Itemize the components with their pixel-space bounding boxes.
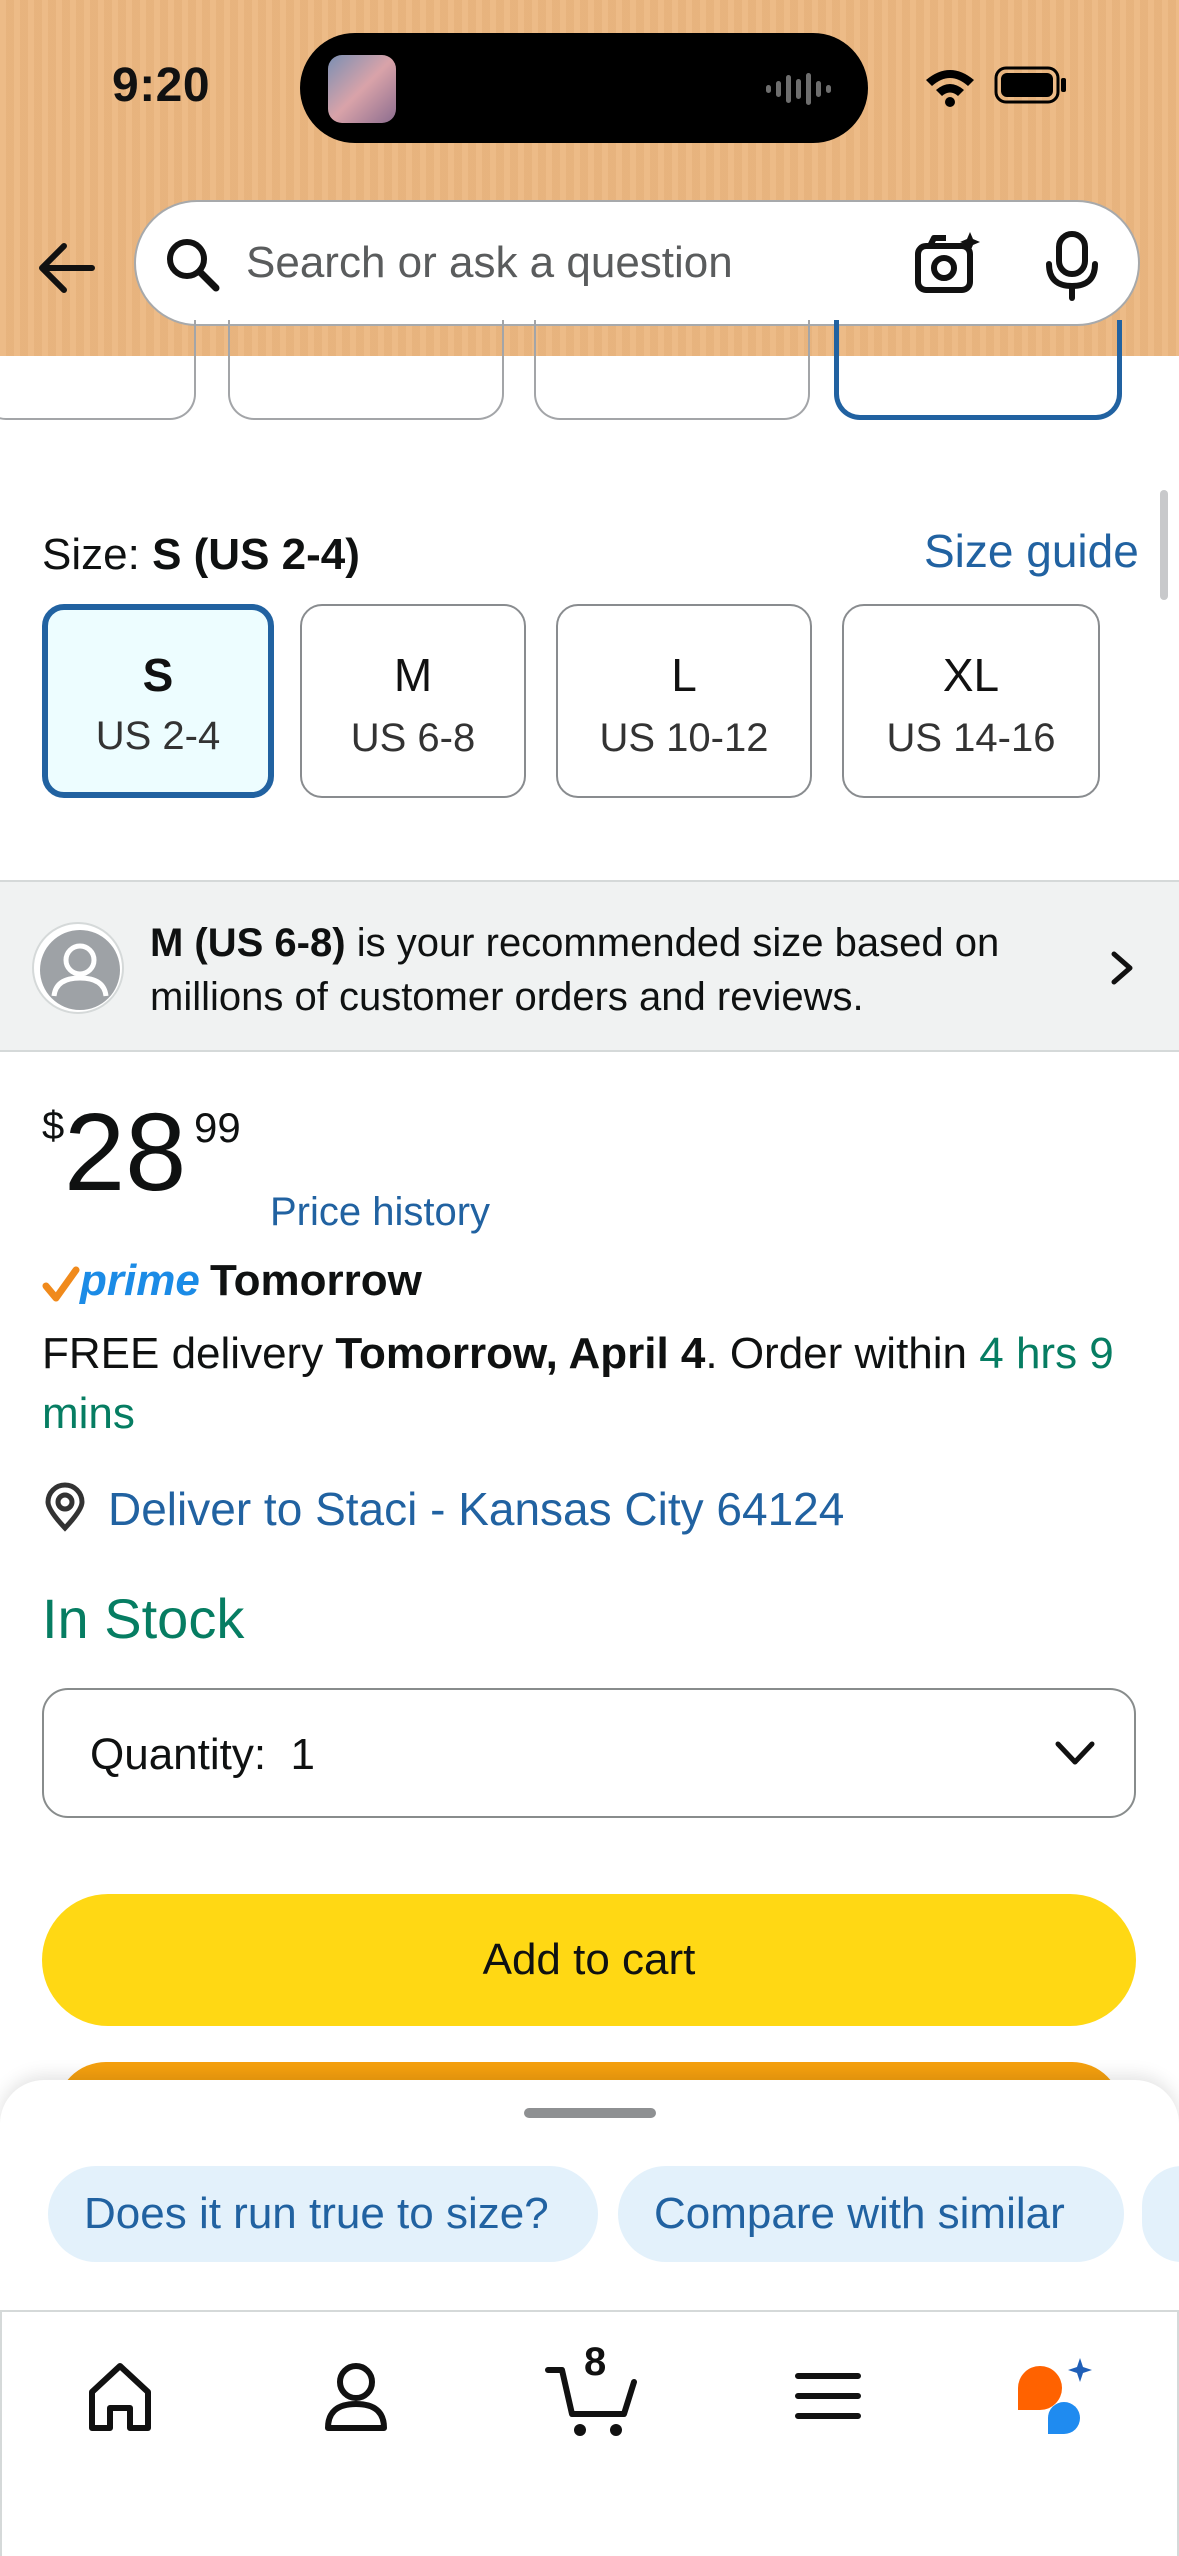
size-guide-link[interactable]: Size guide [924,524,1139,578]
price-currency: $ [42,1104,65,1148]
wifi-battery-icon [926,66,1066,107]
delivery-message: FREE delivery Tomorrow, April 4. Order w… [42,1324,1142,1444]
size-recommendation-banner[interactable]: M (US 6-8) is your recommended size base… [0,880,1179,1052]
quantity-value: 1 [290,1730,316,1779]
size-us: US 2-4 [95,714,221,758]
quantity-dropdown[interactable]: Quantity: 1 [42,1688,1136,1818]
dynamic-island [300,33,868,143]
cart-button[interactable]: 8 [544,2340,654,2444]
prime-check-icon [42,1266,80,1302]
prime-delivery-speed: Tomorrow [210,1256,422,1305]
status-time: 9:20 [112,59,211,112]
size-code: S [142,649,174,701]
sheet-drag-handle[interactable] [524,2108,656,2118]
prime-logo-text: prime [80,1256,200,1305]
size-label: Size: S (US 2-4) [42,530,360,580]
size-us: US 10-12 [599,716,769,760]
chevron-down-icon [1055,1741,1095,1765]
menu-icon[interactable] [780,2348,876,2444]
recommended-size: M (US 6-8) [150,921,346,965]
delivery-middle: . Order within [705,1329,980,1378]
quantity-label-text: Quantity: [90,1730,267,1779]
color-swatch[interactable] [228,320,504,420]
back-arrow-icon[interactable] [34,236,98,300]
size-option-xl[interactable]: XL US 14-16 [842,604,1100,798]
stock-status: In Stock [42,1587,245,1650]
add-to-cart-button[interactable]: Add to cart [42,1894,1136,2026]
home-icon[interactable] [72,2348,168,2444]
search-input[interactable] [246,232,926,294]
account-icon[interactable] [308,2348,404,2444]
status-icons [920,62,1070,117]
bottom-nav: 8 [0,2310,1179,2556]
microphone-icon[interactable] [1042,230,1102,302]
color-swatch[interactable] [0,320,196,420]
deliver-to-link[interactable]: Deliver to Staci - Kansas City 64124 [108,1482,844,1536]
cart-count-badge: 8 [584,2340,607,2384]
quantity-label: Quantity: 1 [90,1730,315,1780]
size-option-s[interactable]: S US 2-4 [42,604,274,798]
suggestion-chip[interactable]: Compare with similar [618,2166,1124,2262]
size-label-prefix: Size: [42,530,140,579]
size-us: US 14-16 [886,716,1056,760]
price-fraction: 99 [194,1104,241,1151]
audio-waveform-icon [766,73,831,105]
chevron-right-icon [1111,951,1133,985]
size-code: XL [942,649,1000,701]
size-code: L [671,649,697,701]
size-us: US 6-8 [350,716,476,760]
location-pin-icon [45,1482,85,1532]
rufus-ai-icon[interactable] [1008,2348,1104,2444]
size-selected-value: S (US 2-4) [152,530,360,579]
color-swatch[interactable] [534,320,810,420]
size-option-m[interactable]: M US 6-8 [300,604,526,798]
header-bar: 9:20 [0,0,1179,356]
suggestion-chip-overflow[interactable] [1142,2166,1179,2262]
size-option-l[interactable]: L US 10-12 [556,604,812,798]
delivery-prefix: FREE delivery [42,1329,336,1378]
search-bar[interactable] [134,200,1140,326]
recommendation-text: M (US 6-8) is your recommended size base… [150,916,1050,1024]
now-playing-artwork [328,55,396,123]
search-icon [167,239,220,292]
scrollbar[interactable] [1160,490,1168,600]
size-code: M [393,649,433,701]
color-swatch-selected[interactable] [834,320,1122,420]
price-history-link[interactable]: Price history [270,1190,490,1235]
suggestion-chip[interactable]: Does it run true to size? [48,2166,598,2262]
price-whole: 28 [64,1091,187,1214]
delivery-date: Tomorrow, April 4 [335,1329,706,1378]
camera-search-icon[interactable] [912,228,984,300]
user-avatar-icon [32,922,124,1014]
